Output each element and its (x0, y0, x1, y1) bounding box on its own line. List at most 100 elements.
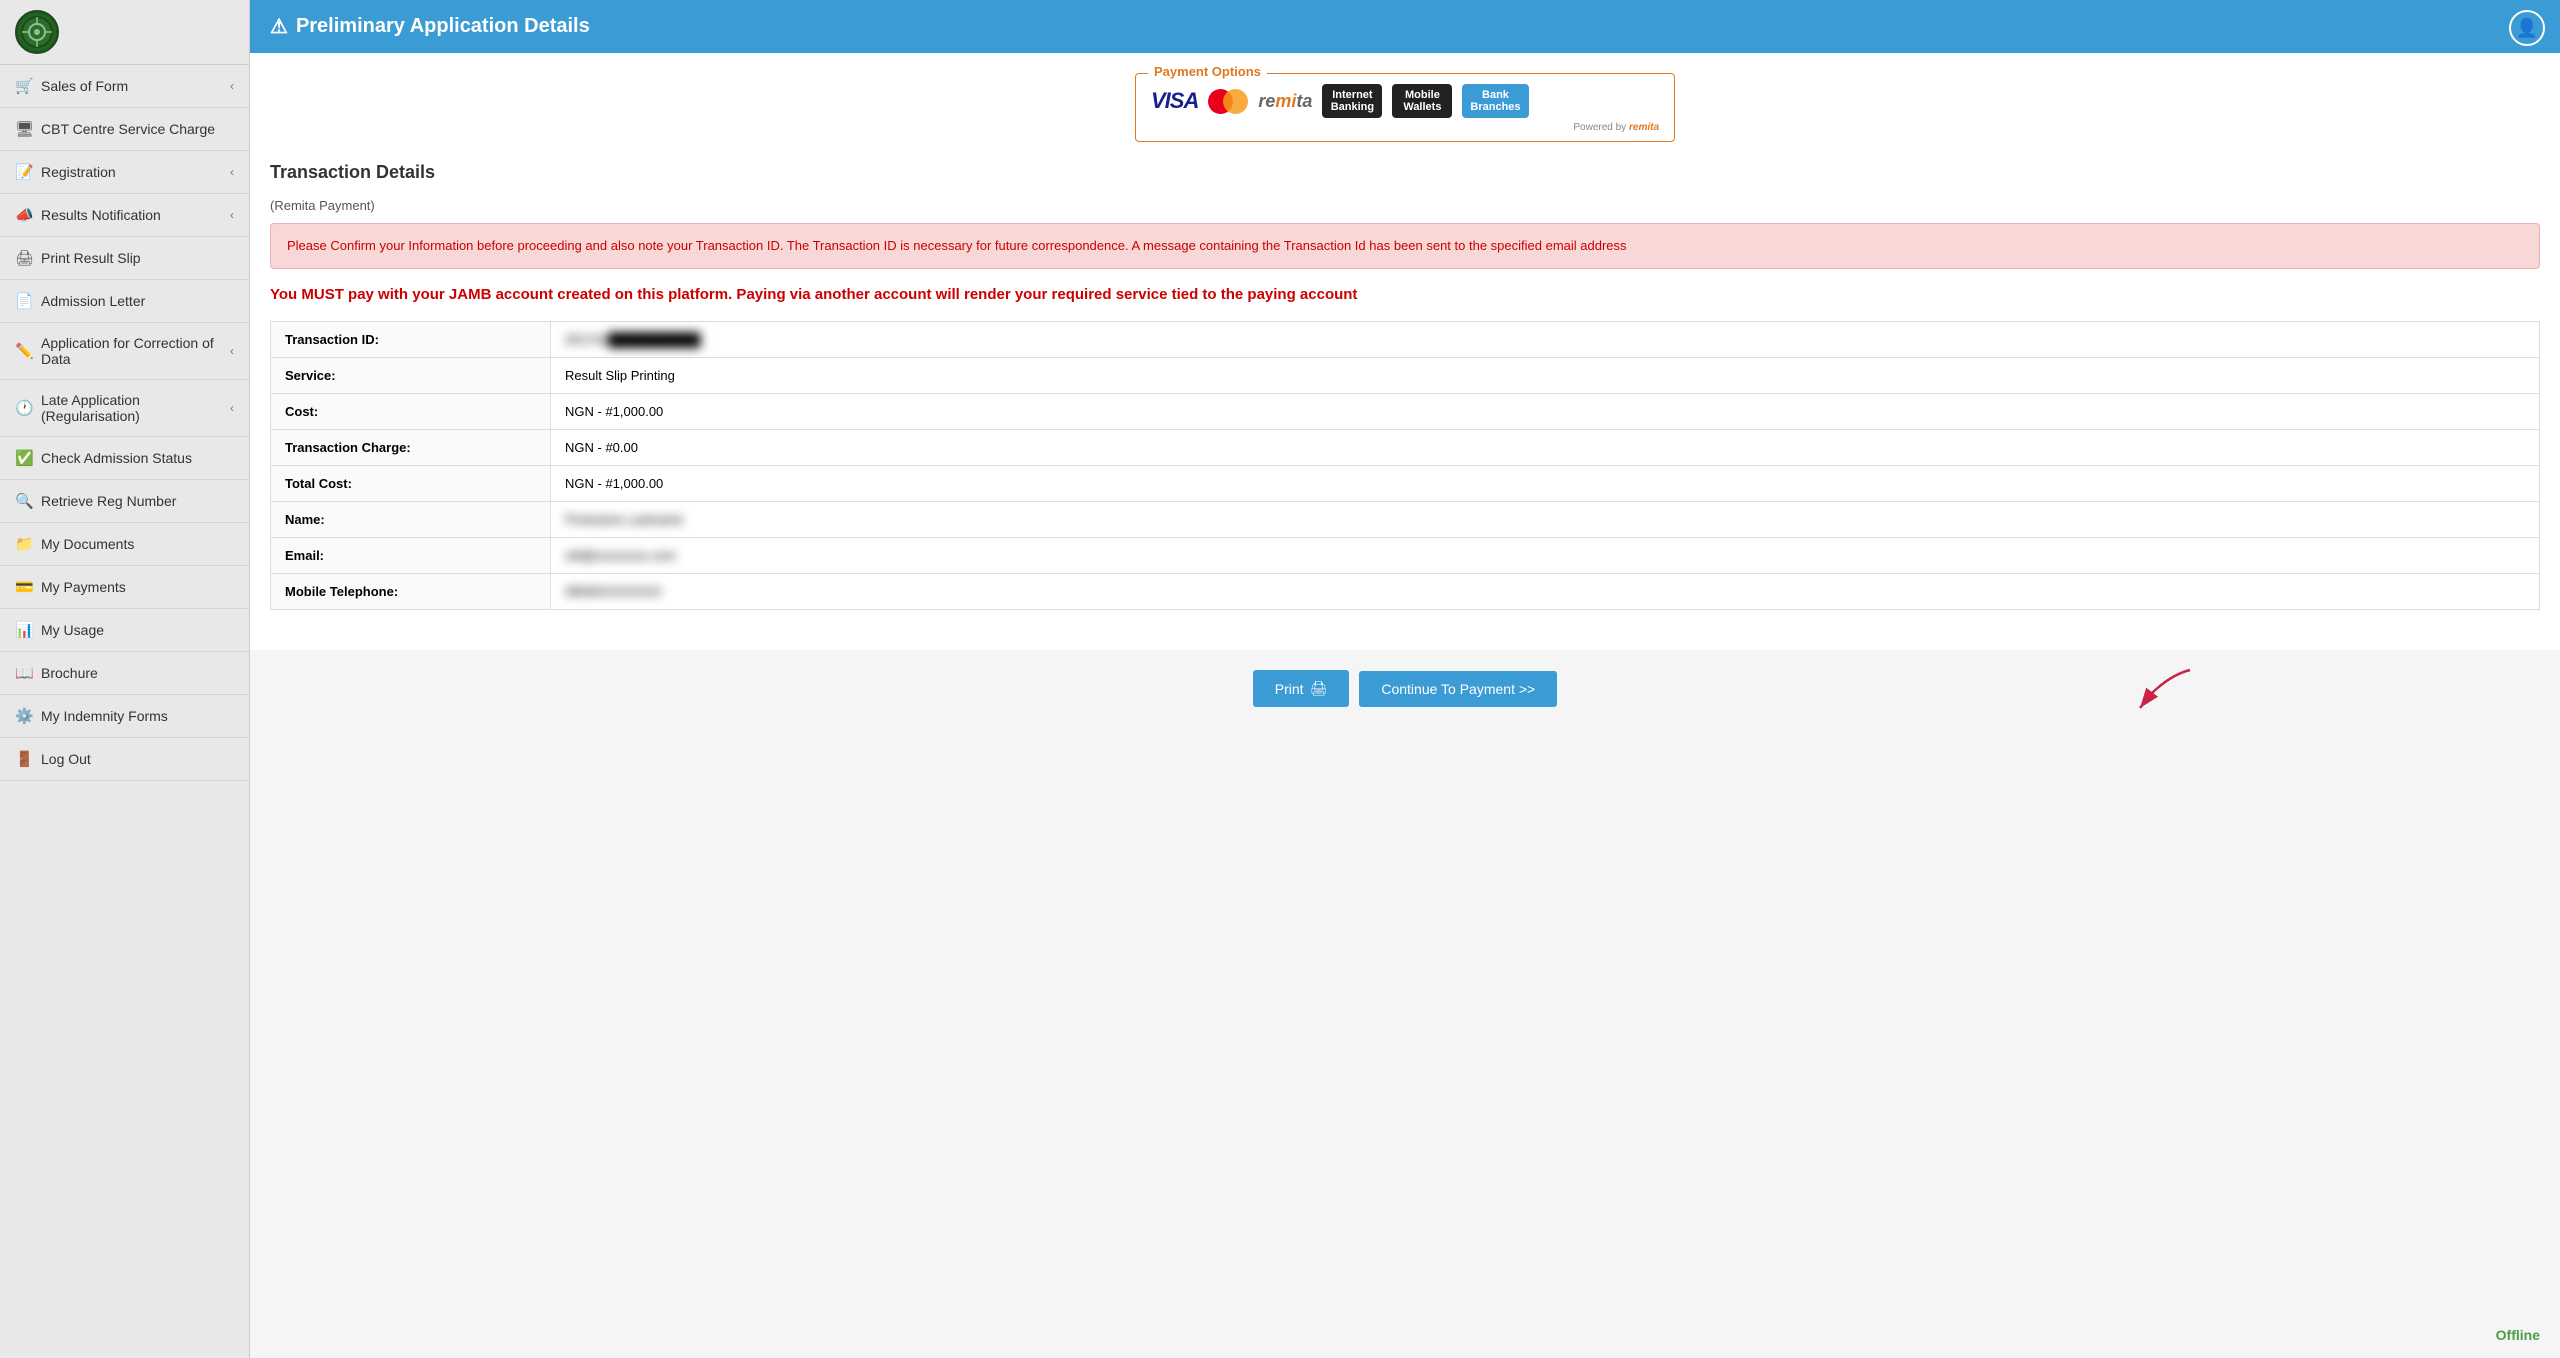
logo-icon (15, 10, 59, 54)
sidebar-item-label: My Usage (41, 622, 234, 638)
info-message-text: Please Confirm your Information before p… (287, 238, 1627, 253)
visa-logo: VISA (1151, 88, 1198, 114)
table-cell-label: Name: (271, 502, 551, 538)
sidebar: 🛒 Sales of Form ‹ 🖥 CBT Centre Service C… (0, 0, 250, 1358)
payment-options-container: Payment Options VISA remita InternetBank… (270, 73, 2540, 142)
sidebar-item-brochure[interactable]: 📖 Brochure (0, 652, 249, 695)
main-content: ⚠ Preliminary Application Details ⌄ Paym… (250, 0, 2560, 1358)
sidebar-item-label: Log Out (41, 751, 234, 767)
sidebar-item-label: Sales of Form (41, 78, 222, 94)
table-cell-value: 201742██████████ (551, 322, 2540, 358)
printer-icon: 🖨 (1310, 680, 1328, 697)
table-cell-label: Email: (271, 538, 551, 574)
table-row: Mobile Telephone: 08065XXXXXXX (271, 574, 2540, 610)
sidebar-item-label: Admission Letter (41, 293, 234, 309)
table-cell-label: Service: (271, 358, 551, 394)
sidebar-item-my-usage[interactable]: 📊 My Usage (0, 609, 249, 652)
sidebar-item-application-correction[interactable]: ✏️ Application for Correction of Data ‹ (0, 323, 249, 380)
indemnity-icon: ⚙️ (15, 707, 33, 725)
sidebar-item-my-payments[interactable]: 💳 My Payments (0, 566, 249, 609)
registration-icon: 📝 (15, 163, 33, 181)
table-cell-label: Mobile Telephone: (271, 574, 551, 610)
table-cell-label: Transaction Charge: (271, 430, 551, 466)
logout-icon: 🚪 (15, 750, 33, 768)
print-button[interactable]: Print 🖨 (1253, 670, 1350, 707)
blurred-email: old@xxxxxxxx.com (565, 548, 676, 563)
remita-payment-label: (Remita Payment) (270, 198, 2540, 213)
info-message-box: Please Confirm your Information before p… (270, 223, 2540, 269)
table-cell-value: NGN - #0.00 (551, 430, 2540, 466)
sidebar-item-logout[interactable]: 🚪 Log Out (0, 738, 249, 781)
chevron-icon: ‹ (230, 79, 234, 93)
print-label: Print (1275, 681, 1304, 697)
sidebar-item-registration[interactable]: 📝 Registration ‹ (0, 151, 249, 194)
header-title-text: Preliminary Application Details (296, 15, 590, 38)
page-title: ⚠ Preliminary Application Details (270, 14, 590, 39)
sidebar-item-retrieve-reg[interactable]: 🔍 Retrieve Reg Number (0, 480, 249, 523)
chevron-icon: ‹ (230, 344, 234, 358)
powered-by-row: Powered by remita (1151, 122, 1659, 133)
sidebar-item-print-result[interactable]: 🖨 Print Result Slip (0, 237, 249, 280)
continue-payment-button[interactable]: Continue To Payment >> (1359, 671, 1557, 707)
payments-icon: 💳 (15, 578, 33, 596)
sidebar-item-results-notification[interactable]: 📣 Results Notification ‹ (0, 194, 249, 237)
table-cell-label: Total Cost: (271, 466, 551, 502)
offline-badge: Offline (2496, 1327, 2540, 1343)
internet-banking-btn: InternetBanking (1322, 84, 1382, 118)
payment-options-label: Payment Options (1148, 64, 1267, 79)
sidebar-item-my-indemnity[interactable]: ⚙️ My Indemnity Forms (0, 695, 249, 738)
sidebar-item-label: Late Application (Regularisation) (41, 392, 222, 424)
table-cell-label: Transaction ID: (271, 322, 551, 358)
chevron-icon: ‹ (230, 208, 234, 222)
table-cell-value: NGN - #1,000.00 (551, 466, 2540, 502)
buttons-row: Print 🖨 Continue To Payment >> (250, 650, 2560, 727)
sales-icon: 🛒 (15, 77, 33, 95)
chevron-icon: ‹ (230, 165, 234, 179)
table-row: Cost: NGN - #1,000.00 (271, 394, 2540, 430)
table-cell-value: Firstname Lastname (551, 502, 2540, 538)
sidebar-item-late-application[interactable]: 🕐 Late Application (Regularisation) ‹ (0, 380, 249, 437)
sidebar-item-my-documents[interactable]: 📁 My Documents (0, 523, 249, 566)
payment-icons-row: VISA remita InternetBanking MobileWallet… (1151, 84, 1659, 118)
transaction-details-title: Transaction Details (270, 162, 2540, 183)
sidebar-item-label: Results Notification (41, 207, 222, 223)
sidebar-item-sales-of-form[interactable]: 🛒 Sales of Form ‹ (0, 65, 249, 108)
documents-icon: 📁 (15, 535, 33, 553)
arrow-annotation (2090, 660, 2210, 723)
user-icon: 👤 (2516, 18, 2538, 39)
sidebar-item-label: My Payments (41, 579, 234, 595)
sidebar-logo (0, 0, 249, 65)
bank-branches-btn: BankBranches (1462, 84, 1528, 118)
sidebar-item-label: My Documents (41, 536, 234, 552)
sidebar-item-label: Registration (41, 164, 222, 180)
table-cell-value: Result Slip Printing (551, 358, 2540, 394)
blurred-name: Firstname Lastname (565, 512, 684, 527)
sidebar-item-cbt[interactable]: 🖥 CBT Centre Service Charge (0, 108, 249, 151)
sidebar-item-label: Application for Correction of Data (41, 335, 222, 367)
table-row: Total Cost: NGN - #1,000.00 (271, 466, 2540, 502)
brochure-icon: 📖 (15, 664, 33, 682)
sidebar-item-label: CBT Centre Service Charge (41, 121, 234, 137)
sidebar-item-label: Print Result Slip (41, 250, 234, 266)
mastercard-logo (1208, 89, 1248, 114)
check-icon: ✅ (15, 449, 33, 467)
user-avatar[interactable]: 👤 (2509, 10, 2545, 46)
sidebar-item-admission-letter[interactable]: 📄 Admission Letter (0, 280, 249, 323)
content-area: Payment Options VISA remita InternetBank… (250, 53, 2560, 650)
letter-icon: 📄 (15, 292, 33, 310)
table-row: Transaction ID: 201742██████████ (271, 322, 2540, 358)
warning-icon: ⚠ (270, 14, 288, 39)
cbt-icon: 🖥 (15, 120, 33, 138)
table-cell-value: 08065XXXXXXX (551, 574, 2540, 610)
blurred-phone: 08065XXXXXXX (565, 584, 662, 599)
table-row: Service: Result Slip Printing (271, 358, 2540, 394)
transaction-table: Transaction ID: 201742██████████ Service… (270, 321, 2540, 610)
sidebar-item-label: Retrieve Reg Number (41, 493, 234, 509)
blurred-transaction-id: 201742██████████ (565, 332, 700, 347)
continue-label: Continue To Payment >> (1381, 681, 1535, 697)
table-cell-label: Cost: (271, 394, 551, 430)
table-cell-value: old@xxxxxxxx.com (551, 538, 2540, 574)
sidebar-item-label: My Indemnity Forms (41, 708, 234, 724)
results-icon: 📣 (15, 206, 33, 224)
sidebar-item-check-admission[interactable]: ✅ Check Admission Status (0, 437, 249, 480)
